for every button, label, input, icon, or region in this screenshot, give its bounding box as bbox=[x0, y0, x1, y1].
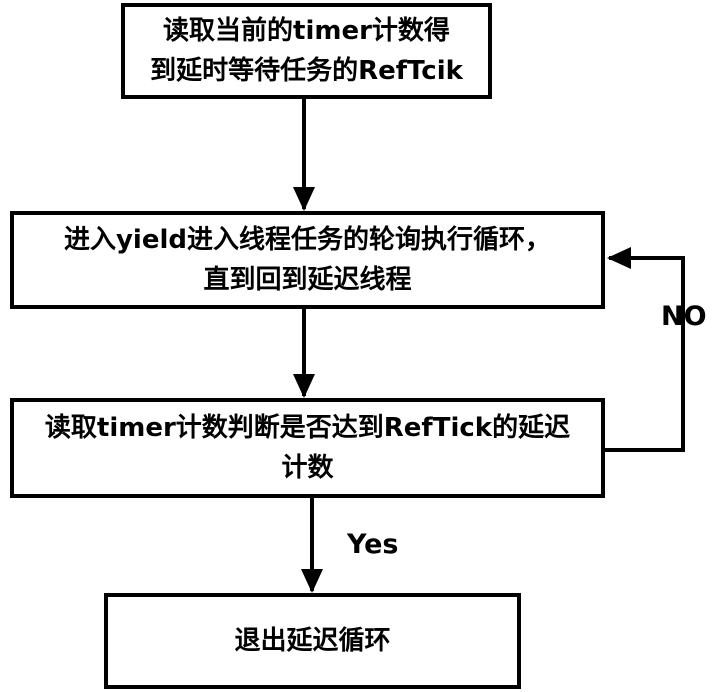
process-box-read-timer: 读取当前的timer计数得 到延时等待任务的RefTcik bbox=[121, 3, 492, 99]
arrow-no-loop-back bbox=[605, 247, 685, 452]
connector-layer bbox=[293, 99, 685, 593]
process-box-yield-loop: 进入yield进入线程任务的轮询执行循环， 直到回到延迟线程 bbox=[10, 211, 605, 309]
edge-label-no: NO bbox=[661, 301, 707, 332]
edge-label-yes: Yes bbox=[347, 529, 399, 560]
process-box-exit-loop: 退出延迟循环 bbox=[104, 593, 521, 689]
process-box-yield-loop-text: 进入yield进入线程任务的轮询执行循环， 直到回到延迟线程 bbox=[63, 225, 552, 295]
process-box-exit-loop-text: 退出延迟循环 bbox=[234, 626, 391, 656]
decision-box-check-reftick: 读取timer计数判断是否达到RefTick的延迟 计数 bbox=[10, 398, 605, 498]
decision-box-check-reftick-text: 读取timer计数判断是否达到RefTick的延迟 计数 bbox=[44, 413, 571, 483]
flowchart: 读取当前的timer计数得 到延时等待任务的RefTcik 进入yield进入线… bbox=[0, 0, 721, 692]
process-box-read-timer-text: 读取当前的timer计数得 到延时等待任务的RefTcik bbox=[150, 16, 463, 86]
